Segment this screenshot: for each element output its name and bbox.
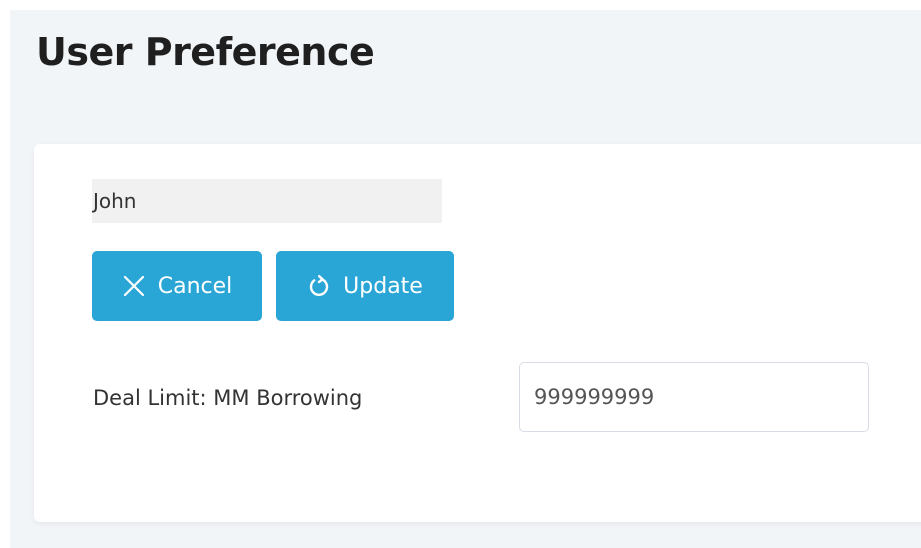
update-button-label: Update	[343, 273, 423, 299]
deal-limit-input[interactable]	[519, 362, 869, 432]
refresh-icon	[307, 274, 331, 298]
update-button[interactable]: Update	[276, 251, 454, 321]
cancel-button[interactable]: Cancel	[92, 251, 262, 321]
deal-limit-label: Deal Limit: MM Borrowing	[93, 386, 363, 410]
user-name-field: John	[92, 179, 442, 223]
page-container: User Preference John Cancel Update Deal …	[10, 10, 921, 548]
preference-card: John Cancel Update Deal Limit: MM Borrow…	[34, 144, 921, 522]
close-icon	[122, 274, 146, 298]
page-title: User Preference	[36, 30, 375, 74]
cancel-button-label: Cancel	[157, 273, 233, 299]
